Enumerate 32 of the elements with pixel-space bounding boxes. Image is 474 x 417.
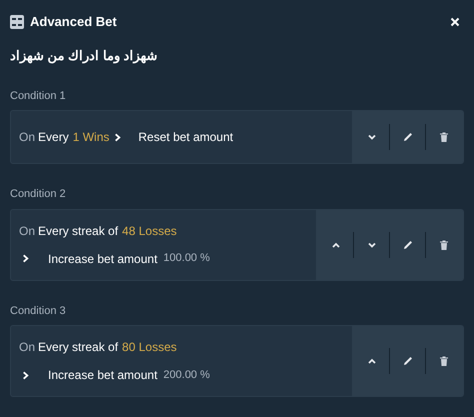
on-label: On: [19, 129, 36, 146]
pencil-icon: [402, 355, 414, 367]
amount-value: 100.00 %: [163, 251, 210, 266]
event-label: Every streak of: [38, 339, 118, 356]
dialog-title: Advanced Bet: [30, 13, 118, 32]
amount-value: 200.00 %: [163, 368, 210, 383]
chevron-right-icon: [113, 132, 122, 142]
on-label: On: [19, 222, 36, 240]
chevron-right-icon: [21, 254, 30, 263]
action-label: Increase bet amount: [48, 250, 158, 268]
pencil-icon: [402, 238, 414, 250]
trash-icon: [438, 131, 450, 143]
count-value: 80 Losses: [122, 339, 177, 356]
on-label: On: [19, 339, 36, 356]
chevron-down-icon: [366, 132, 376, 142]
condition-label: Condition 3: [10, 304, 67, 318]
event-label: Every: [38, 129, 69, 146]
chevron-right-icon: [21, 370, 30, 380]
pencil-icon: [402, 131, 414, 143]
condition-label: Condition 1: [10, 88, 67, 104]
action-label: Reset bet amount: [138, 129, 234, 146]
count-value: 1 Wins: [72, 129, 110, 146]
count-value: 48 Losses: [122, 222, 177, 240]
subtitle: شهزاد وما ادراك من شهزاد: [10, 47, 158, 66]
trash-icon: [438, 355, 450, 367]
condition-label: Condition 2: [10, 187, 67, 202]
sliders-icon: [10, 15, 24, 29]
action-label: Increase bet amount: [48, 367, 158, 384]
chevron-up-icon: [366, 356, 376, 366]
close-button[interactable]: [448, 15, 462, 29]
trash-icon: [438, 238, 450, 250]
event-label: Every streak of: [38, 222, 118, 240]
